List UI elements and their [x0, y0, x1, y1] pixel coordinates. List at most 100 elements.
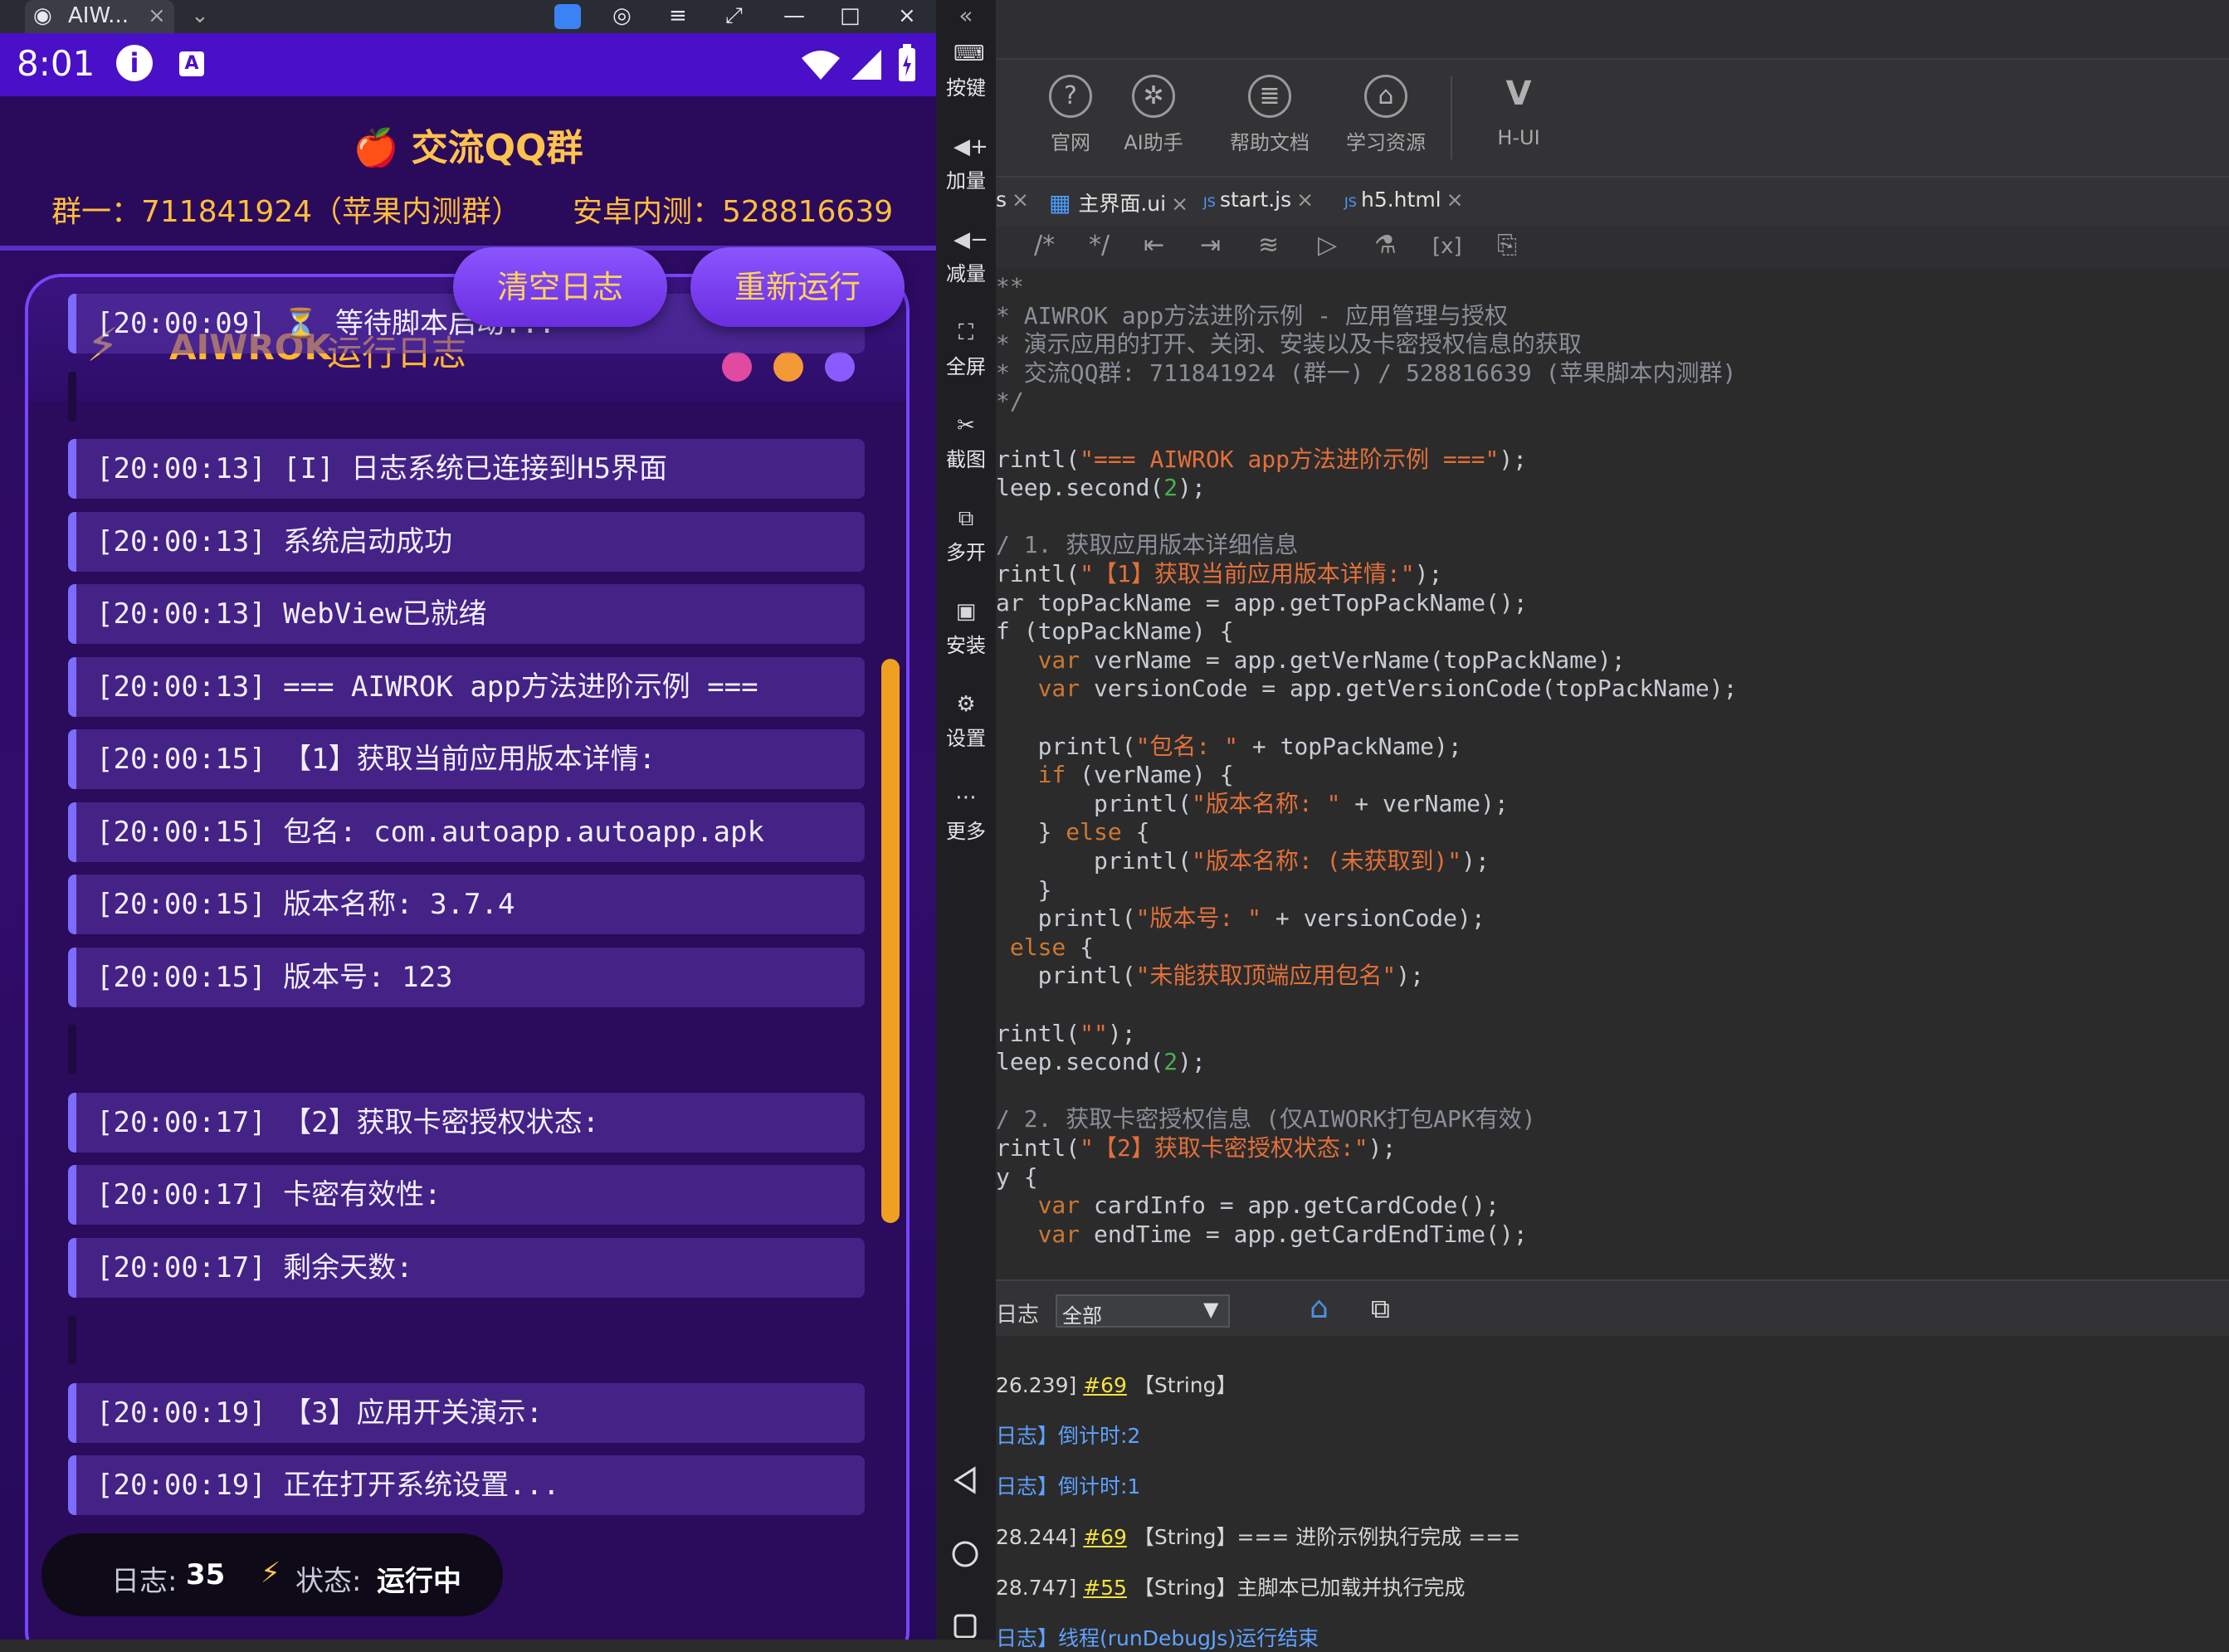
code-line: printl("版本名称: (未获取到)");	[996, 847, 1490, 875]
sidebar-item-label: 安装	[946, 634, 986, 657]
qq-group-android: 安卓内测：528816639	[573, 195, 894, 229]
apk-install-icon: ▣	[955, 599, 977, 624]
log-filter-select[interactable]: 全部 ▼	[1056, 1294, 1230, 1328]
log-scrollbar[interactable]	[881, 659, 900, 1223]
close-tab-icon[interactable]: ×	[1012, 188, 1029, 212]
log-entry: [20:00:19] 正在打开系统设置...	[68, 1455, 865, 1515]
log-toolbar: 日志 全部 ▼ ⌂ ⧉	[996, 1279, 2229, 1336]
format-icon[interactable]: ≋	[1258, 231, 1279, 260]
log-source-link[interactable]: #55	[1083, 1576, 1127, 1600]
sidebar-item-label: 按键	[946, 76, 986, 100]
log-output-line: 28.244] #69 【String】=== 进阶示例执行完成 ===	[996, 1521, 1520, 1551]
log-spacer	[68, 1315, 76, 1365]
broom-icon[interactable]: ⌂	[1310, 1291, 1329, 1325]
variable-icon[interactable]: [x]	[1432, 234, 1462, 259]
sidebar-item-fullscreen[interactable]: ⛶ 全屏	[936, 322, 996, 379]
vue-logo-icon: V	[1505, 75, 1532, 113]
sidebar-item-more[interactable]: ⋯ 更多	[936, 787, 996, 844]
close-tab-icon[interactable]: ×	[1446, 188, 1464, 212]
log-output-line: 日志】倒计时:2	[996, 1420, 1140, 1450]
file-tab[interactable]: ▦ 主界面.ui ×	[1049, 188, 1188, 217]
sidebar-item-label: 截图	[946, 448, 986, 471]
menu-icon[interactable]: ≡	[669, 3, 687, 28]
log-output-line: 日志】倒计时:1	[996, 1470, 1140, 1500]
sidebar-item-label: 设置	[946, 727, 986, 750]
tool-button-openai[interactable]: ✲ AI助手	[1104, 75, 1203, 155]
sidebar-item-settings[interactable]: ⚙ 设置	[936, 694, 996, 751]
sidebar-item-label: 更多	[946, 820, 986, 843]
graduation-cap-icon: ⌂	[1364, 75, 1407, 118]
log-entry: [20:00:13] 系统启动成功	[68, 511, 865, 572]
sidebar-item-keyboard[interactable]: ⌨ 按键	[936, 43, 996, 100]
run-icon[interactable]: ▷	[1318, 231, 1337, 260]
user-icon[interactable]: ◎	[612, 3, 632, 28]
recents-icon[interactable]	[953, 1613, 978, 1638]
export-icon[interactable]: ⧉	[1371, 1293, 1390, 1325]
tool-button-vue-logo[interactable]: V H-UI	[1469, 75, 1568, 149]
code-line: var versionCode = app.getVersionCode(top…	[1037, 675, 1738, 703]
log-entry: [20:00:17] 剩余天数:	[68, 1237, 865, 1298]
code-line: ar topPackName = app.getTopPackName();	[996, 588, 1528, 616]
resize-icon[interactable]: ⤢	[725, 3, 743, 29]
maximize-icon[interactable]: □	[840, 3, 861, 28]
clipboard-icon[interactable]: ⎘	[1497, 231, 1517, 260]
code-line: rintl("=== AIWROK app方法进阶示例 ===");	[996, 445, 1528, 473]
log-output: 26.239] #69 【String】日志】倒计时:2 日志】倒计时:1 28.2…	[996, 1336, 2229, 1650]
chevron-down-icon[interactable]: ⌄	[191, 3, 209, 28]
code-line: if (verName) {	[1037, 761, 1234, 789]
ide-window: ? 官网 ✲ AI助手 ≣ 帮助文档 ⌂ 学习资源 V H-UI s × ▦ 主界面.ui × JS st…	[996, 0, 2229, 1650]
log-entry: [20:00:17] 卡密有效性:	[68, 1165, 865, 1225]
sidebar-item-scissors[interactable]: ✂ 截图	[936, 415, 996, 472]
battery-icon	[899, 44, 915, 81]
log-filter-value: 全部	[1062, 1304, 1102, 1328]
sidebar-item-apk-install[interactable]: ▣ 安装	[936, 601, 996, 658]
indent-icon[interactable]: ⇥	[1200, 231, 1221, 260]
file-tab[interactable]: JS h5.html ×	[1344, 188, 1464, 212]
log-spacer	[68, 371, 76, 422]
emulator-tab[interactable]: ◉ AIW... ×	[25, 0, 174, 33]
lightning-icon[interactable]	[554, 4, 581, 29]
log-timestamp: 28.747]	[996, 1576, 1084, 1600]
minimize-icon[interactable]: —	[783, 3, 805, 28]
code-line: var cardInfo = app.getCardCode();	[1037, 1191, 1500, 1220]
tool-label: AI助手	[1124, 131, 1183, 154]
log-message: 【String】	[1126, 1373, 1237, 1397]
tool-button-document[interactable]: ≣ 帮助文档	[1220, 75, 1319, 155]
flask-icon[interactable]: ⚗	[1374, 231, 1397, 260]
tool-label: 官网	[1051, 131, 1090, 154]
comment-start-icon[interactable]: /*	[1034, 231, 1055, 260]
sidebar-item-volume-up[interactable]: ◀+ 加量	[936, 136, 996, 193]
code-line: else {	[1009, 933, 1095, 961]
log-entry: [20:00:13] === AIWROK app方法进阶示例 ===	[68, 656, 865, 717]
code-editor[interactable]: ** * AIWROK app方法进阶示例 - 应用管理与授权 * 演示应用的打开、…	[996, 269, 2229, 1279]
sidebar-item-label: 加量	[946, 169, 986, 192]
qq-group-title: 🍎 交流QQ群	[353, 127, 583, 169]
collapse-icon[interactable]: «	[936, 2, 996, 29]
comment-end-icon[interactable]: */	[1089, 231, 1110, 260]
log-entry: [20:00:13] [I] 日志系统已连接到H5界面	[68, 439, 865, 499]
tool-button-graduation-cap[interactable]: ⌂ 学习资源	[1336, 75, 1436, 155]
log-output-line: 日志】线程(runDebugJs)运行结束	[996, 1622, 1319, 1652]
close-tab-icon[interactable]: ×	[1171, 192, 1188, 216]
log-source-link[interactable]: #69	[1083, 1525, 1127, 1549]
code-line: }	[996, 875, 1052, 904]
close-tab-icon[interactable]: ×	[148, 3, 166, 28]
log-message: 日志】线程(runDebugJs)运行结束	[996, 1626, 1319, 1650]
rerun-button[interactable]: 重新运行	[690, 247, 905, 327]
log-timestamp: 26.239]	[996, 1373, 1084, 1397]
outdent-icon[interactable]: ⇤	[1144, 231, 1164, 260]
status-label: 状态:	[295, 1565, 362, 1598]
file-tab[interactable]: JS start.js ×	[1203, 188, 1314, 212]
file-tab[interactable]: s ×	[996, 188, 1029, 212]
code-line: var verName = app.getVerName(topPackName…	[1037, 646, 1626, 674]
log-panel-label: 日志	[996, 1303, 1040, 1328]
log-source-link[interactable]: #69	[1083, 1373, 1127, 1397]
clear-log-button[interactable]: 清空日志	[453, 247, 667, 327]
sidebar-item-multi-instance[interactable]: ⧉ 多开	[936, 508, 996, 565]
home-icon[interactable]	[951, 1540, 979, 1568]
sidebar-item-volume-down[interactable]: ◀− 减量	[936, 229, 996, 286]
back-icon[interactable]	[951, 1465, 978, 1495]
close-window-icon[interactable]: ×	[898, 3, 916, 28]
close-tab-icon[interactable]: ×	[1296, 188, 1314, 212]
log-message: 【String】=== 进阶示例执行完成 ===	[1126, 1525, 1521, 1549]
